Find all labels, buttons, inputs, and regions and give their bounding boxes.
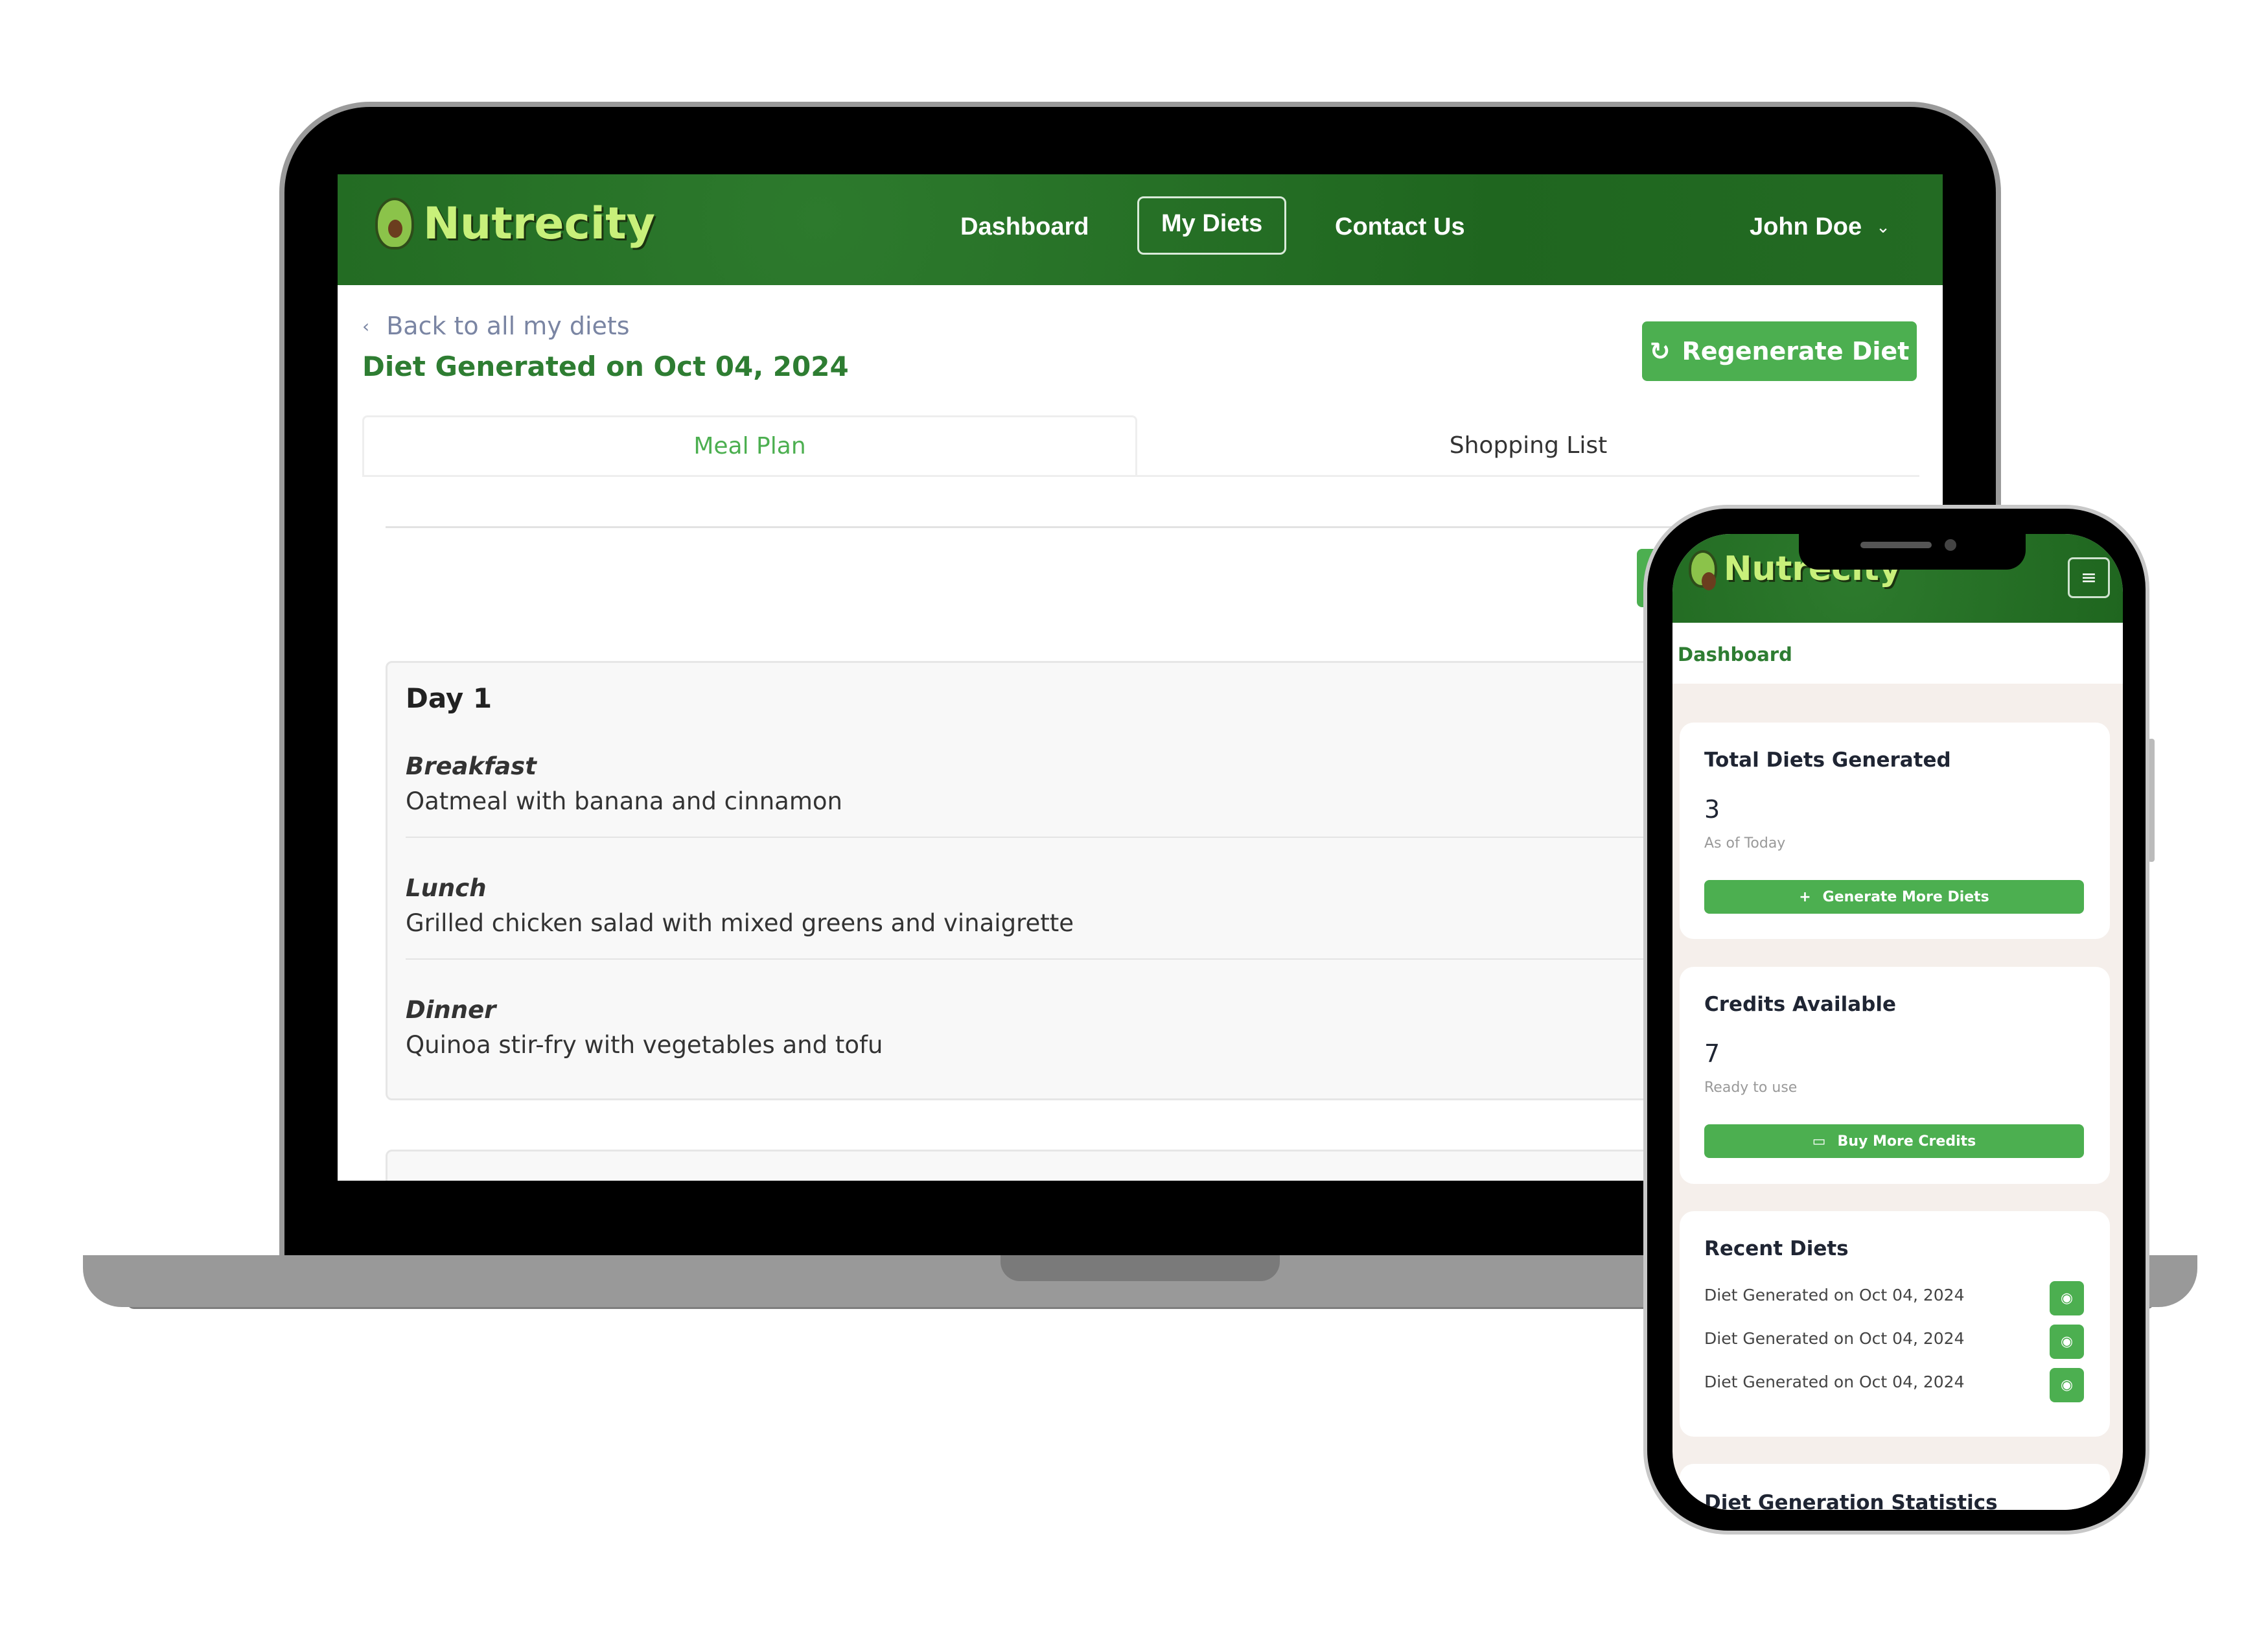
button-label: Buy More Credits: [1837, 1133, 1976, 1150]
refresh-icon: ↻: [1649, 337, 1671, 365]
buy-more-credits-button[interactable]: ▭ Buy More Credits: [1704, 1124, 2084, 1158]
speaker: [1860, 542, 1932, 548]
recent-diet-item: Diet Generated on Oct 04, 2024: [1704, 1286, 1965, 1304]
phone-notch: [1799, 534, 2026, 570]
page-title: Diet Generated on Oct 04, 2024: [362, 351, 849, 382]
button-label: Generate More Diets: [1822, 888, 1989, 905]
laptop-notch: [1001, 1255, 1280, 1281]
card-title: Recent Diets: [1704, 1237, 1849, 1260]
meal-label: Lunch: [406, 874, 487, 902]
total-diets-card: Total Diets Generated 3 As of Today + Ge…: [1680, 723, 2110, 939]
user-menu[interactable]: John Doe ⌄: [1750, 213, 1890, 241]
chevron-left-icon: ‹: [362, 315, 370, 337]
chevron-down-icon: ⌄: [1876, 217, 1890, 237]
breadcrumb[interactable]: Dashboard: [1678, 643, 1792, 666]
back-link[interactable]: ‹ Back to all my diets: [362, 312, 630, 340]
hamburger-menu-icon[interactable]: ≡: [2068, 557, 2110, 598]
tab-shopping-list[interactable]: Shopping List: [1137, 415, 1919, 477]
credits-card: Credits Available 7 Ready to use ▭ Buy M…: [1680, 967, 2110, 1184]
breadcrumb-bar: Dashboard: [1672, 623, 2123, 684]
user-name: John Doe: [1750, 213, 1862, 240]
card-subtitle: As of Today: [1704, 835, 1786, 851]
generate-more-diets-button[interactable]: + Generate More Diets: [1704, 880, 2084, 914]
recent-diet-item: Diet Generated on Oct 04, 2024: [1704, 1372, 1965, 1391]
day-title: Day 1: [406, 682, 492, 714]
meal-text: Quinoa stir-fry with vegetables and tofu: [406, 1031, 883, 1059]
recent-diet-item: Diet Generated on Oct 04, 2024: [1704, 1329, 1965, 1348]
nav-dashboard[interactable]: Dashboard: [960, 213, 1089, 241]
view-eye-icon[interactable]: ◉: [2050, 1325, 2084, 1359]
nav-contact-us[interactable]: Contact Us: [1335, 213, 1465, 241]
credit-card-icon: ▭: [1812, 1133, 1826, 1150]
meal-text: Oatmeal with banana and cinnamon: [406, 787, 842, 815]
meal-label: Breakfast: [406, 752, 537, 780]
brand-name: Nutrecity: [423, 198, 655, 249]
view-eye-icon[interactable]: ◉: [2050, 1368, 2084, 1402]
avocado-logo-icon: [375, 198, 414, 249]
card-title: Credits Available: [1704, 993, 1896, 1016]
plus-icon: +: [1799, 888, 1811, 905]
avocado-logo-icon: [1689, 550, 1717, 590]
card-title: Total Diets Generated: [1704, 748, 1951, 772]
card-subtitle: Ready to use: [1704, 1080, 1798, 1096]
stats-card: Diet Generation Statistics: [1680, 1464, 2110, 1510]
camera: [1945, 539, 1956, 551]
regenerate-label: Regenerate Diet: [1682, 337, 1910, 365]
brand-logo[interactable]: Nutrecity: [375, 198, 655, 249]
nav-my-diets[interactable]: My Diets: [1137, 196, 1287, 255]
credits-value: 7: [1704, 1039, 1720, 1068]
meal-text: Grilled chicken salad with mixed greens …: [406, 909, 1074, 937]
phone-screen: Nutrecity ≡ Dashboard Total Diets Genera…: [1672, 534, 2123, 1510]
total-diets-value: 3: [1704, 795, 1720, 824]
meal-label: Dinner: [406, 996, 496, 1024]
card-title: Diet Generation Statistics: [1704, 1491, 1998, 1510]
back-link-label: Back to all my diets: [386, 312, 630, 340]
recent-diets-card: Recent Diets Diet Generated on Oct 04, 2…: [1680, 1211, 2110, 1437]
view-eye-icon[interactable]: ◉: [2050, 1281, 2084, 1315]
regenerate-diet-button[interactable]: ↻ Regenerate Diet: [1642, 321, 1917, 381]
top-navbar: Nutrecity Dashboard My Diets Contact Us …: [338, 174, 1943, 285]
tab-meal-plan[interactable]: Meal Plan: [362, 415, 1137, 477]
